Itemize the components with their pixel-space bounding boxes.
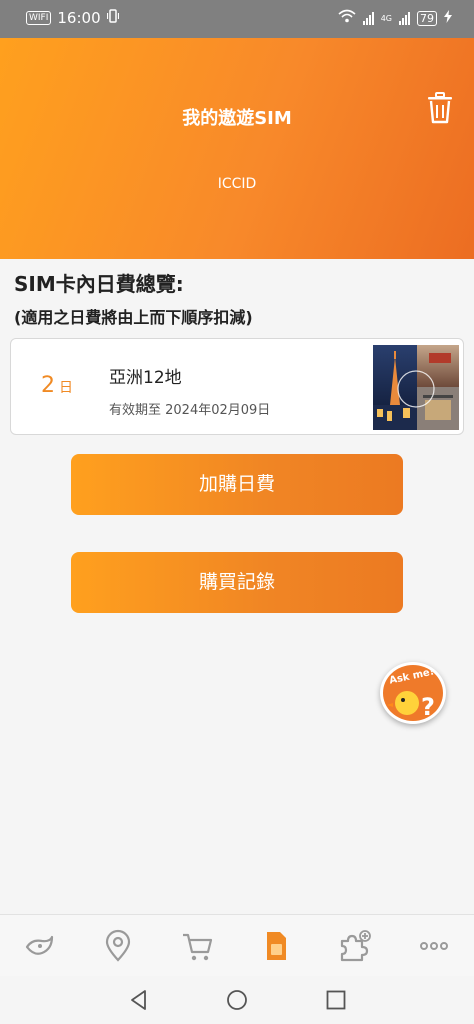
system-nav-bar [0,976,474,1024]
status-bar: WIFI 16:00 4G 79 [0,0,474,38]
recents-icon[interactable] [324,988,348,1012]
plan-days: 2日 [41,373,73,398]
svg-text:?: ? [421,693,435,721]
bottom-nav [0,914,474,976]
wifi-icon [338,9,356,27]
network-type: 4G [380,13,392,23]
home-icon[interactable] [225,988,249,1012]
trash-icon[interactable] [426,92,454,124]
status-bar-left: WIFI 16:00 [26,9,119,27]
sim-card-icon[interactable] [259,929,293,963]
signal-icon-2 [399,11,410,25]
iccid-label: ICCID [217,176,257,192]
page-title: 我的遨遊SIM [182,108,292,129]
location-pin-icon[interactable] [101,929,135,963]
bird-logo-icon[interactable] [22,929,56,963]
plan-expiry: 有效期至 2024年02月09日 [109,403,271,418]
battery-icon: 79 [417,10,437,26]
overview-title: SIM卡內日費總覽: [14,272,184,296]
plan-card[interactable]: 2日 亞洲12地 有效期至 2024年02月09日 [10,338,464,435]
vibrate-icon [106,9,119,27]
back-icon[interactable] [127,988,151,1012]
add-daily-pass-button[interactable]: 加購日費 [71,454,403,515]
status-bar-right: 4G 79 [338,9,452,27]
charging-icon [444,9,452,27]
overview-subtitle: (適用之日費將由上而下順序扣減) [14,308,253,327]
cart-icon[interactable] [180,929,214,963]
more-icon[interactable] [417,929,451,963]
sim-header: 我的遨遊SIM ICCID [0,38,474,259]
status-time: 16:00 [57,9,101,27]
signal-icon [362,11,374,25]
plan-name: 亞洲12地 [109,368,182,388]
purchase-history-button[interactable]: 購買記錄 [71,552,403,613]
mascot-icon: ? [387,691,435,721]
ask-me-button[interactable]: Ask me! ? [380,662,446,724]
puzzle-plus-icon[interactable] [338,929,372,963]
plan-days-number: 2 [41,373,55,398]
plan-days-unit: 日 [59,380,73,396]
plan-destination-image [373,345,459,430]
wifi-badge: WIFI [26,11,52,25]
